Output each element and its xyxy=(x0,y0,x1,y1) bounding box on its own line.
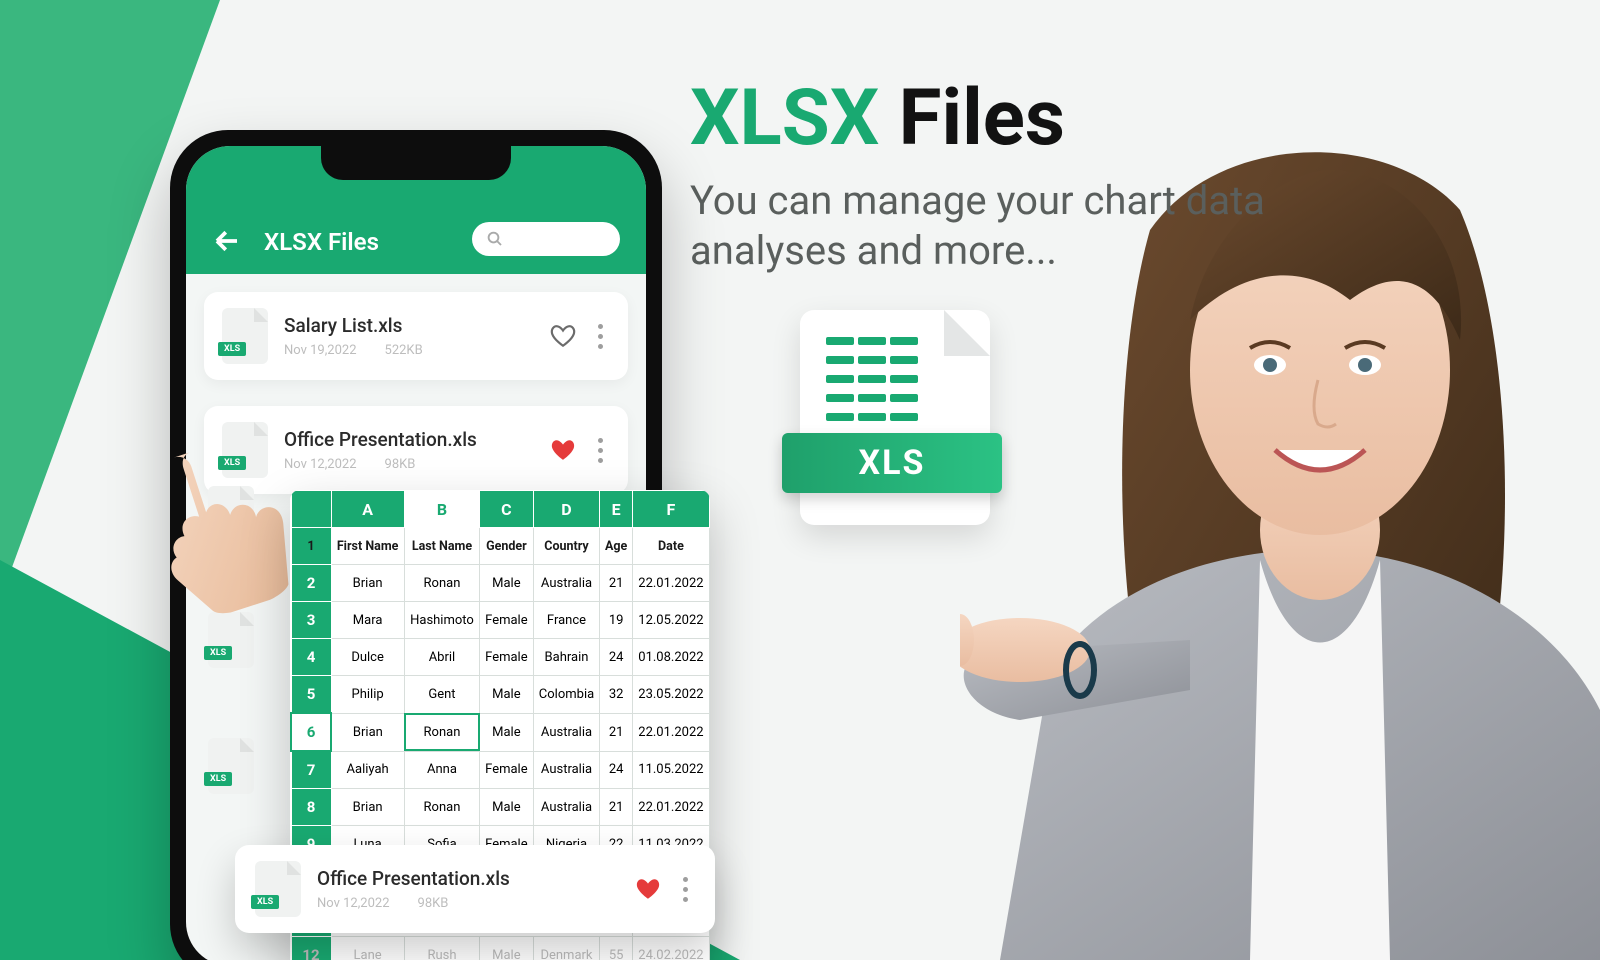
cell[interactable]: Rush xyxy=(404,937,479,960)
cell[interactable]: Last Name xyxy=(404,528,479,565)
column-header[interactable]: C xyxy=(480,491,533,528)
file-meta: Nov 19,2022522KB xyxy=(284,343,534,358)
file-name: Office Presentation.xls xyxy=(317,867,619,890)
file-meta: Nov 12,202298KB xyxy=(317,896,619,911)
row-header[interactable]: 1 xyxy=(291,528,331,565)
cell[interactable]: 32 xyxy=(600,676,632,714)
cell[interactable]: Colombia xyxy=(533,676,600,714)
file-card-floating[interactable]: XLS Office Presentation.xls Nov 12,20229… xyxy=(235,845,715,933)
cell[interactable]: 23.05.2022 xyxy=(632,676,709,714)
cell[interactable]: Country xyxy=(533,528,600,565)
cell[interactable]: Lane xyxy=(331,937,404,960)
cell[interactable]: Denmark xyxy=(533,937,600,960)
favorite-button[interactable] xyxy=(550,323,576,349)
row-header[interactable]: 4 xyxy=(291,639,331,676)
cell[interactable]: 12.05.2022 xyxy=(632,602,709,639)
row-header[interactable]: 7 xyxy=(291,751,331,789)
cell[interactable]: First Name xyxy=(331,528,404,565)
file-card[interactable]: XLS Salary List.xls Nov 19,2022522KB xyxy=(204,292,628,380)
xls-file-icon: XLS xyxy=(208,612,254,668)
more-button[interactable] xyxy=(592,432,610,469)
appbar-title: XLSX Files xyxy=(264,228,379,256)
cell[interactable]: Male xyxy=(480,937,533,960)
cell[interactable]: Female xyxy=(480,639,533,676)
cell[interactable]: Australia xyxy=(533,565,600,602)
cell[interactable]: Australia xyxy=(533,789,600,826)
cell[interactable]: Date xyxy=(632,528,709,565)
cell[interactable]: Brian xyxy=(331,789,404,826)
search-input[interactable] xyxy=(472,222,620,256)
row-header[interactable]: 6 xyxy=(291,713,331,751)
cell[interactable]: Bahrain xyxy=(533,639,600,676)
row-header[interactable]: 3 xyxy=(291,602,331,639)
cell[interactable]: Male xyxy=(480,789,533,826)
more-button[interactable] xyxy=(592,318,610,355)
row-header[interactable]: 8 xyxy=(291,789,331,826)
column-header[interactable]: E xyxy=(600,491,632,528)
row-header[interactable]: 12 xyxy=(291,937,331,960)
more-button[interactable] xyxy=(677,871,695,908)
cell[interactable]: Abril xyxy=(404,639,479,676)
cell[interactable]: Gender xyxy=(480,528,533,565)
cell[interactable]: 24 xyxy=(600,639,632,676)
column-header[interactable]: D xyxy=(533,491,600,528)
cell[interactable]: Brian xyxy=(331,565,404,602)
cell[interactable]: 24 xyxy=(600,751,632,789)
cell[interactable]: Aaliyah xyxy=(331,751,404,789)
hero-title-rest: Files xyxy=(879,73,1065,164)
cell[interactable]: 21 xyxy=(600,713,632,751)
cell[interactable]: Ronan xyxy=(404,713,479,751)
xls-ribbon-label: XLS xyxy=(782,433,1002,493)
column-header[interactable]: F xyxy=(632,491,709,528)
cell[interactable]: Dulce xyxy=(331,639,404,676)
search-icon xyxy=(486,230,504,248)
hero-text: XLSX Files You can manage your chart dat… xyxy=(690,80,1410,276)
cell[interactable]: 22.01.2022 xyxy=(632,789,709,826)
favorite-button[interactable] xyxy=(550,437,576,463)
cell[interactable]: Anna xyxy=(404,751,479,789)
cell[interactable]: Hashimoto xyxy=(404,602,479,639)
xls-large-icon: XLS xyxy=(800,310,990,525)
file-meta: Nov 12,202298KB xyxy=(284,457,534,472)
cell[interactable]: Ronan xyxy=(404,789,479,826)
cell[interactable]: Brian xyxy=(331,713,404,751)
xls-file-icon: XLS xyxy=(208,738,254,794)
cell[interactable]: Female xyxy=(480,751,533,789)
cell[interactable]: 22.01.2022 xyxy=(632,565,709,602)
cell[interactable]: 19 xyxy=(600,602,632,639)
cell[interactable]: 24.02.2022 xyxy=(632,937,709,960)
xls-file-icon: XLS xyxy=(222,308,268,364)
cell[interactable]: 21 xyxy=(600,565,632,602)
hero-title: XLSX Files xyxy=(690,80,1410,158)
cell[interactable]: Male xyxy=(480,713,533,751)
cell[interactable]: Ronan xyxy=(404,565,479,602)
cell[interactable]: 21 xyxy=(600,789,632,826)
hero-title-accent: XLSX xyxy=(690,73,879,164)
cell[interactable]: Australia xyxy=(533,713,600,751)
cell[interactable]: 11.05.2022 xyxy=(632,751,709,789)
favorite-button[interactable] xyxy=(635,876,661,902)
cell[interactable]: Male xyxy=(480,676,533,714)
cell[interactable]: Australia xyxy=(533,751,600,789)
cell[interactable]: France xyxy=(533,602,600,639)
xls-file-icon: XLS xyxy=(255,861,301,917)
file-name: Office Presentation.xls xyxy=(284,428,534,451)
cell[interactable]: 55 xyxy=(600,937,632,960)
back-button[interactable] xyxy=(212,226,242,256)
cell[interactable]: Female xyxy=(480,602,533,639)
phone-notch xyxy=(321,146,511,180)
cell[interactable]: Gent xyxy=(404,676,479,714)
column-header[interactable]: B xyxy=(404,491,479,528)
cell[interactable]: Male xyxy=(480,565,533,602)
row-header[interactable]: 2 xyxy=(291,565,331,602)
file-name: Salary List.xls xyxy=(284,314,534,337)
cell[interactable]: Age xyxy=(600,528,632,565)
cell[interactable]: 01.08.2022 xyxy=(632,639,709,676)
row-header[interactable]: 5 xyxy=(291,676,331,714)
cell[interactable]: 22.01.2022 xyxy=(632,713,709,751)
cell[interactable]: Philip xyxy=(331,676,404,714)
column-header[interactable]: A xyxy=(331,491,404,528)
cell[interactable]: Mara xyxy=(331,602,404,639)
hero-subtitle: You can manage your chart data analyses … xyxy=(690,176,1410,276)
